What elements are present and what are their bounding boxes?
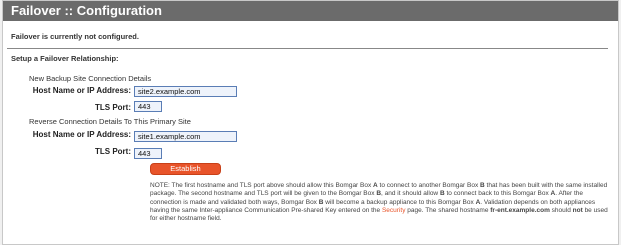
reverse-section-heading: Reverse Connection Details To This Prima… [29,117,191,126]
failover-note: NOTE: The first hostname and TLS port ab… [150,182,610,223]
note-text: , and it should allow [381,190,440,198]
reverse-port-input[interactable] [134,148,162,159]
failover-status: Failover is currently not configured. [11,32,139,41]
note-text: page. The shared hostname [405,206,491,214]
note-bold: not [572,206,583,214]
panel-title: Failover :: Configuration [3,1,618,21]
setup-heading: Setup a Failover Relationship: [11,54,119,63]
reverse-host-input[interactable] [134,131,237,142]
note-text: should [549,206,573,214]
establish-relationship-button[interactable]: Establish Relationship [150,163,221,183]
backup-port-input[interactable] [134,101,162,112]
reverse-host-label: Host Name or IP Address: [32,130,131,139]
reverse-port-label: TLS Port: [95,147,131,156]
note-text: to connect to another Bomgar Box [377,182,481,189]
backup-host-input[interactable] [134,86,237,97]
note-text: to connect back to this Bomgar Box [444,190,551,198]
note-text: will become a backup appliance to this B… [323,198,476,206]
security-link[interactable]: Security [382,207,405,214]
note-bold: fr-ent.example.com [490,206,550,214]
backup-port-label: TLS Port: [95,103,131,112]
backup-host-label: Host Name or IP Address: [32,86,131,95]
failover-panel: Failover :: Configuration Failover is cu… [2,0,619,245]
backup-section-heading: New Backup Site Connection Details [29,74,152,83]
divider [7,48,608,49]
note-text: NOTE: The first hostname and TLS port ab… [150,182,374,189]
